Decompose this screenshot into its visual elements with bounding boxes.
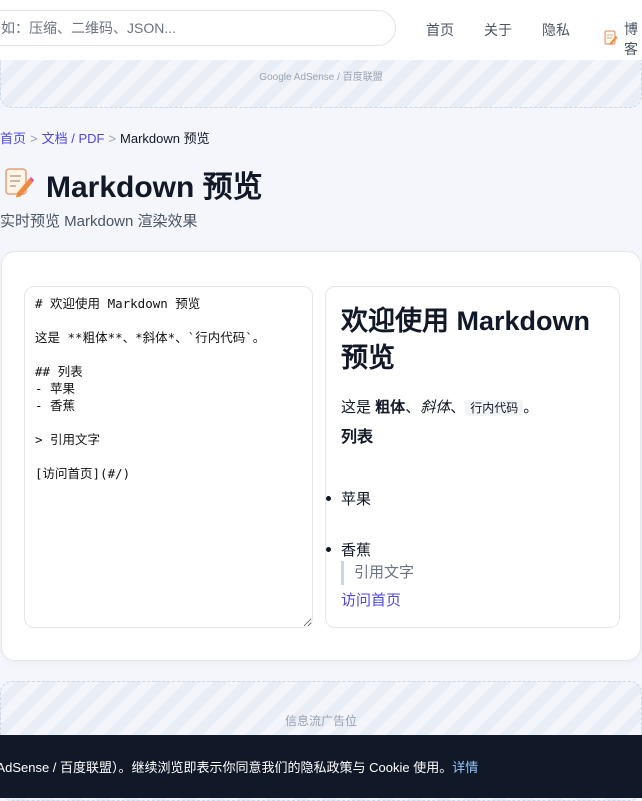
ad-banner-label: Google AdSense / 百度联盟 [259,72,383,83]
preview-text: 这是 [341,399,376,416]
top-header: 首页 关于 隐私 博客 [0,0,642,61]
preview-list-item: 苹果 [325,488,371,509]
preview-list-item: 香蕉 [325,539,371,560]
breadcrumb: 首页 > 文档 / PDF > Markdown 预览 [0,128,210,147]
markdown-preview: 欢迎使用 Markdown 预览 这是 粗体、斜体、 行内代码。 列表 苹果 香蕉… [325,286,620,628]
cookie-details-link[interactable]: 详情 [452,760,478,775]
preview-bold-text: 粗体 [375,399,406,416]
nav-about-link[interactable]: 关于 [484,20,512,40]
page-title-row: Markdown 预览 [4,162,263,206]
breadcrumb-separator: > [108,131,117,146]
memo-icon [604,30,618,49]
breadcrumb-home[interactable]: 首页 [0,131,26,146]
preview-text: 、 [405,399,421,416]
ad-banner-top[interactable]: Google AdSense / 百度联盟 [0,60,642,108]
preview-text: 、 [450,399,466,416]
breadcrumb-category[interactable]: 文档 / PDF [42,131,105,146]
preview-link[interactable]: 访问首页 [341,589,401,610]
page-subtitle: 实时预览 Markdown 渲染效果 [0,213,198,230]
markdown-editor[interactable]: # 欢迎使用 Markdown 预览 这是 **粗体**、*斜体*、`行内代码`… [24,286,313,628]
breadcrumb-separator: > [30,131,38,146]
cookie-banner: 本站可能使用 Google AdSense / 百度联盟）。继续浏览即表示你同意… [0,735,642,798]
cookie-message: 本站可能使用 Google AdSense / 百度联盟）。继续浏览即表示你同意… [0,760,453,775]
preview-text: 。 [523,399,539,416]
page-title: Markdown 预览 [46,171,263,204]
preview-inline-code: 行内代码 [465,400,524,416]
preview-heading-1: 欢迎使用 Markdown 预览 [341,306,591,373]
nav-privacy-link[interactable]: 隐私 [542,20,570,40]
preview-heading-2: 列表 [341,429,374,446]
preview-italic-text: 斜体 [420,399,451,416]
nav-blog-label: 博客 [624,21,638,57]
ad-feed-label: 信息流广告位 [284,714,357,728]
cookie-text: 本站可能使用 Google AdSense / 百度联盟）。继续浏览即表示你同意… [0,757,478,776]
markdown-tool-card: # 欢迎使用 Markdown 预览 这是 **粗体**、*斜体*、`行内代码`… [1,251,641,661]
preview-paragraph: 这是 粗体、斜体、 行内代码。 [341,396,538,417]
memo-pencil-icon [4,166,34,203]
search-input[interactable] [0,10,396,46]
preview-blockquote: 引用文字 [341,561,414,585]
breadcrumb-current: Markdown 预览 [120,131,210,146]
nav-blog-link[interactable]: 博客 [604,19,642,59]
nav-home-link[interactable]: 首页 [426,20,454,40]
